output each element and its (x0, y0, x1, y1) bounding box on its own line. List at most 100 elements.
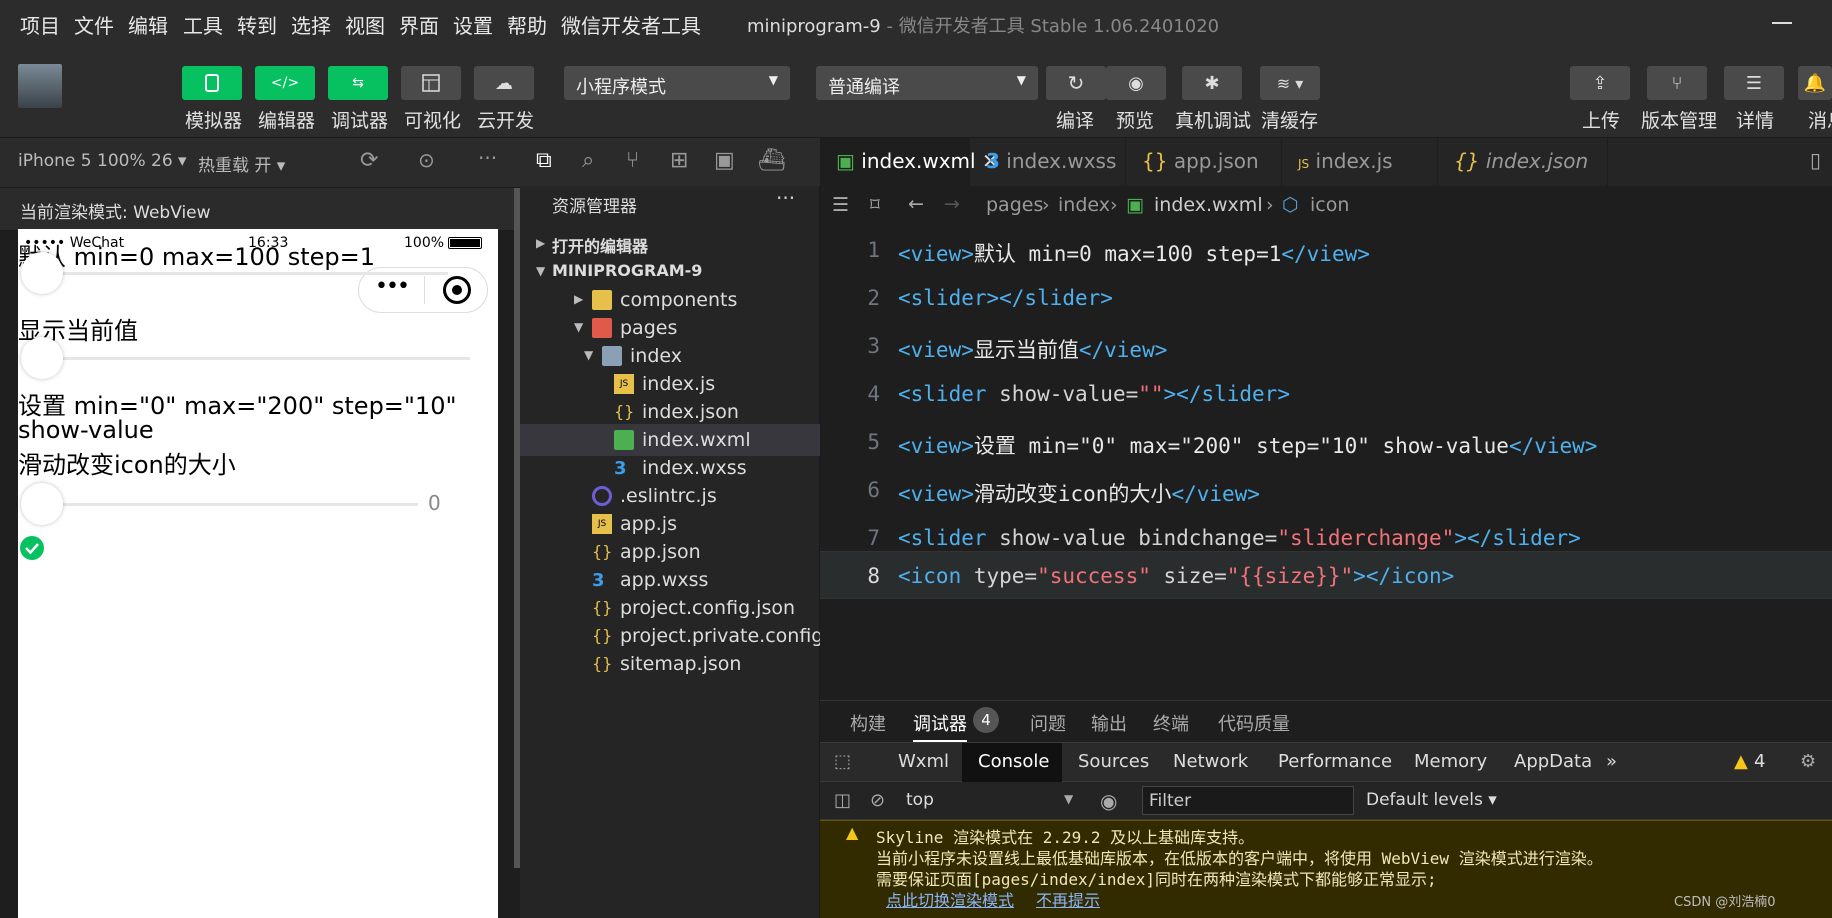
code-line-8[interactable]: 8 <icon type="success" size="{{size}}"></… (820, 551, 1832, 599)
devtab-appdata[interactable]: AppData (1514, 751, 1592, 772)
switch-render-link[interactable]: 点此切换渲染模式 (886, 887, 1014, 911)
menu-view[interactable]: 视图 (345, 10, 385, 39)
more-icon[interactable]: ··· (478, 146, 497, 170)
real-debug-button[interactable]: ✱ (1182, 66, 1242, 100)
context-caret-icon[interactable]: ▼ (1064, 792, 1073, 806)
version-button[interactable]: ⑂ (1647, 66, 1707, 100)
search-icon[interactable]: ⌕ (582, 148, 594, 173)
warning-count[interactable]: 4 (1754, 751, 1765, 772)
devtab-console[interactable]: Console (978, 751, 1049, 772)
breadcrumb-pages[interactable]: pages (986, 194, 1043, 216)
code-icon: </> (270, 75, 300, 91)
storage-icon[interactable]: ▣ (714, 148, 735, 173)
code-line-6[interactable]: 6 <view>滑动改变icon的大小</view> (820, 466, 1832, 514)
editor-button[interactable]: </> (255, 66, 315, 100)
tab-app-json[interactable]: {} app.json (1126, 138, 1282, 186)
breadcrumb-file[interactable]: index.wxml (1154, 194, 1263, 216)
panel-tab-debugger[interactable]: 调试器 (913, 710, 967, 742)
rotate-icon[interactable]: ⟳ (360, 148, 378, 173)
extensions-icon[interactable]: ⊞ (670, 148, 688, 173)
menu-wechat-devtools[interactable]: 微信开发者工具 (561, 10, 701, 39)
sidebar-toggle-icon[interactable]: ◫ (834, 790, 851, 811)
menu-select[interactable]: 选择 (291, 10, 331, 39)
mode-select[interactable]: 小程序模式 ▼ (564, 66, 790, 100)
menu-goto[interactable]: 转到 (237, 10, 277, 39)
code-line-5[interactable]: 5 <view>设置 min="0" max="200" step="10" sh… (820, 418, 1832, 466)
compile-mode-select[interactable]: 普通编译 ▼ (816, 66, 1038, 100)
slider-3[interactable] (40, 503, 418, 506)
bookmark-icon[interactable]: ⌑ (870, 194, 880, 216)
devtab-wxml[interactable]: Wxml (898, 751, 949, 772)
more-tabs-icon[interactable]: » (1606, 751, 1617, 772)
menu-project[interactable]: 项目 (20, 10, 60, 39)
preview-button[interactable]: ◉ (1106, 66, 1166, 100)
tab-index-wxml[interactable]: ▣ index.wxml ✕ (820, 138, 999, 186)
files-icon[interactable]: ⧉ (536, 148, 552, 173)
docker-icon[interactable]: ⛴ (758, 148, 786, 173)
tab-index-js[interactable]: JS index.js (1282, 138, 1438, 186)
breadcrumb-icon-node[interactable]: icon (1310, 194, 1349, 216)
code-line-2[interactable]: 2 <slider></slider> (820, 274, 1832, 322)
clear-cache-button[interactable]: ≋ ▾ (1260, 66, 1320, 100)
levels-select[interactable]: Default levels ▾ (1366, 790, 1497, 810)
panel-tab-terminal[interactable]: 终端 (1153, 710, 1189, 736)
context-select[interactable]: top (906, 790, 934, 810)
panel-tab-problems[interactable]: 问题 (1030, 710, 1066, 736)
compile-button[interactable]: ↻ (1046, 66, 1106, 100)
dont-show-again-link[interactable]: 不再提示 (1036, 887, 1100, 911)
code-line-1[interactable]: 1 <view>默认 min=0 max=100 step=1</view> (820, 226, 1832, 274)
menu-help[interactable]: 帮助 (507, 10, 547, 39)
git-icon[interactable]: ⑂ (626, 148, 639, 173)
capsule-more-icon[interactable]: ••• (375, 274, 410, 299)
menu-interface[interactable]: 界面 (399, 10, 439, 39)
cloud-button[interactable]: ☁ (474, 66, 534, 100)
explorer-more-icon[interactable]: ··· (776, 186, 795, 210)
eye-icon[interactable]: ◉ (1100, 789, 1117, 813)
upload-button[interactable]: ⇪ (1570, 66, 1630, 100)
visual-button[interactable] (401, 66, 461, 100)
console-warning: ▲ Skyline 渲染模式在 2.29.2 及以上基础库支持。 当前小程序未设… (820, 820, 1832, 918)
stop-icon[interactable]: ⊙ (418, 148, 435, 172)
back-arrow-icon[interactable]: ← (908, 193, 924, 215)
menu-edit[interactable]: 编辑 (128, 10, 168, 39)
message-button[interactable]: 🔔 (1798, 66, 1832, 100)
details-button[interactable]: ☰ (1724, 66, 1784, 100)
panel-tab-build[interactable]: 构建 (850, 710, 886, 736)
warning-icon[interactable]: ▲ (1734, 751, 1748, 772)
minimize-button[interactable] (1772, 22, 1792, 24)
inspect-icon[interactable]: ⬚ (834, 751, 851, 772)
hotreload-toggle[interactable]: 热重载 开 ▾ (198, 151, 285, 176)
devtab-network[interactable]: Network (1173, 751, 1248, 772)
forward-arrow-icon[interactable]: → (944, 193, 960, 215)
panel-tab-code-quality[interactable]: 代码质量 (1218, 710, 1290, 736)
caret-down-icon: ▼ (768, 73, 778, 87)
code-line-4[interactable]: 4 <slider show-value=""></slider> (820, 370, 1832, 418)
settings-gear-icon[interactable]: ⚙ (1800, 751, 1816, 772)
breadcrumb-index[interactable]: index (1058, 194, 1110, 216)
devtab-sources[interactable]: Sources (1078, 751, 1149, 772)
devtab-performance[interactable]: Performance (1278, 751, 1392, 772)
slider-2-thumb[interactable] (21, 337, 63, 379)
slider-2[interactable] (40, 357, 470, 360)
avatar[interactable] (18, 64, 62, 108)
slider-3-thumb[interactable] (21, 483, 63, 525)
clear-console-icon[interactable]: ⊘ (870, 790, 885, 811)
menu-file[interactable]: 文件 (74, 10, 114, 39)
panel-tab-output[interactable]: 输出 (1091, 710, 1127, 736)
simulator-button[interactable] (182, 66, 242, 100)
menu-settings[interactable]: 设置 (453, 10, 493, 39)
device-select[interactable]: iPhone 5 100% 26 ▾ (18, 151, 187, 171)
menu-tools[interactable]: 工具 (183, 10, 223, 39)
filter-input[interactable]: Filter (1142, 786, 1354, 815)
capsule-close-icon[interactable] (443, 276, 471, 304)
code-line-3[interactable]: 3 <view>显示当前值</view> (820, 322, 1832, 370)
devtab-memory[interactable]: Memory (1414, 751, 1487, 772)
split-editor-icon[interactable]: ▯ (1810, 148, 1821, 172)
debugger-button[interactable]: ⇆ (328, 66, 388, 100)
tab-index-wxss[interactable]: 3 index.wxss (970, 138, 1126, 186)
slider-1[interactable] (40, 272, 448, 275)
slider-1-thumb[interactable] (21, 252, 63, 294)
tab-index-json[interactable]: {} index.json (1438, 138, 1608, 186)
tree-item-sitemap[interactable]: {} sitemap.json (520, 648, 820, 680)
list-icon[interactable]: ☰ (832, 194, 849, 216)
